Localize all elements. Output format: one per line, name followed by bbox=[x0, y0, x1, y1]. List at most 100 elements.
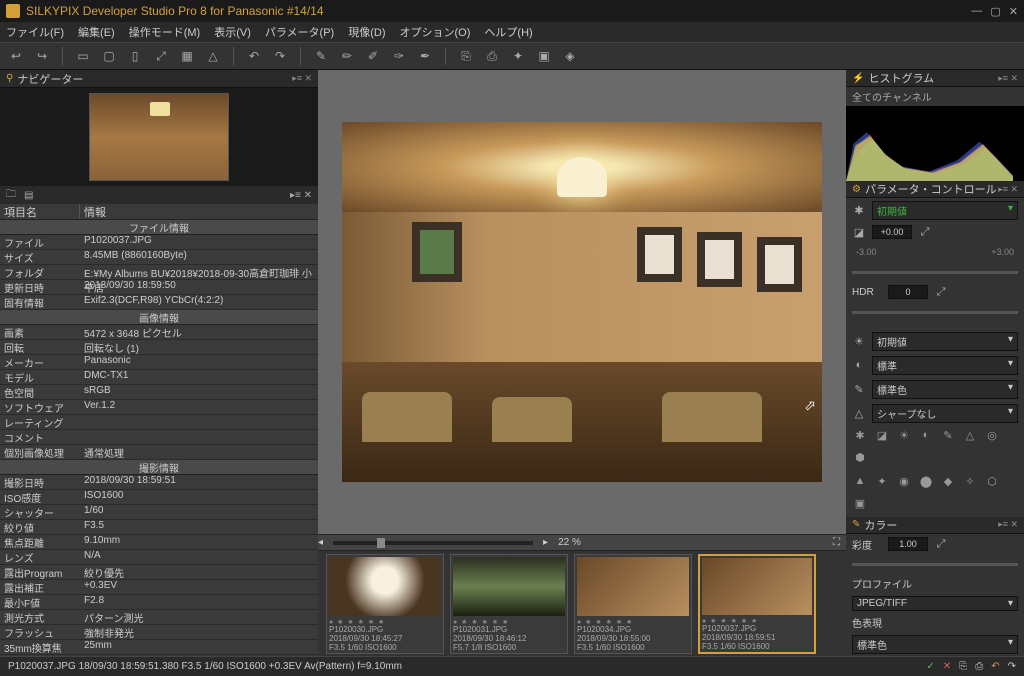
tool-tag-icon[interactable]: ◈ bbox=[560, 46, 580, 66]
tool-layout1-icon[interactable]: ▭ bbox=[73, 46, 93, 66]
tab-folder-icon[interactable]: 🗀 bbox=[6, 187, 16, 204]
zoom-out-icon[interactable]: ◂ bbox=[318, 537, 323, 548]
panel-collapse-icon[interactable]: ▸≡ ✕ bbox=[292, 73, 312, 84]
tool-b-icon[interactable]: ◪ bbox=[874, 429, 890, 445]
tool-d-icon[interactable]: ◐ bbox=[918, 429, 934, 445]
menu-file[interactable]: ファイル(F) bbox=[6, 24, 64, 40]
thumbnail[interactable]: ● ★ ★ ★ ★ ★P1020031.JPG2018/09/30 18:46:… bbox=[450, 554, 568, 654]
tool-wand3-icon[interactable]: ✐ bbox=[363, 46, 383, 66]
tool-crop-icon[interactable]: ▣ bbox=[534, 46, 554, 66]
tool-m-icon[interactable]: ◆ bbox=[940, 475, 956, 491]
tool-wand2-icon[interactable]: ✏ bbox=[337, 46, 357, 66]
preset-select[interactable]: 初期値▾ bbox=[872, 201, 1018, 220]
zoom-slider[interactable] bbox=[333, 541, 533, 545]
tool-g-icon[interactable]: ◎ bbox=[984, 429, 1000, 445]
menu-help[interactable]: ヘルプ(H) bbox=[484, 24, 532, 40]
preview-image[interactable] bbox=[342, 122, 822, 482]
info-row: 絞り値F3.5 bbox=[0, 520, 318, 535]
panel-collapse-icon[interactable]: ▸≡ ✕ bbox=[998, 184, 1018, 195]
tool-l-icon[interactable]: ⬤ bbox=[918, 475, 934, 491]
thumbnail[interactable]: ● ★ ★ ★ ★ ★P1020034.JPG2018/09/30 18:55:… bbox=[574, 554, 692, 654]
saturation-value[interactable]: 1.00 bbox=[888, 537, 928, 551]
tool-c-icon[interactable]: ☀ bbox=[896, 429, 912, 445]
tool-layout3-icon[interactable]: ▯ bbox=[125, 46, 145, 66]
tool-o-icon[interactable]: ⬡ bbox=[984, 475, 1000, 491]
hdr-slider[interactable] bbox=[852, 311, 1018, 314]
ev-value[interactable]: +0.00 bbox=[872, 225, 912, 239]
tool-layout2-icon[interactable]: ▢ bbox=[99, 46, 119, 66]
tool-wand4-icon[interactable]: ✑ bbox=[389, 46, 409, 66]
tool-k-icon[interactable]: ◉ bbox=[896, 475, 912, 491]
tool-warning-icon[interactable]: △ bbox=[203, 46, 223, 66]
tool-icons-row2: ▲ ✦ ◉ ⬤ ◆ ✧ ⬡ ▣ bbox=[846, 471, 1024, 517]
status-redo-icon[interactable]: ↷ bbox=[1008, 661, 1016, 672]
ev-reset-icon[interactable]: ⤢ bbox=[918, 226, 932, 239]
thumbnail[interactable]: ● ★ ★ ★ ★ ★P1020037.JPG2018/09/30 18:59:… bbox=[698, 554, 816, 654]
tool-wand1-icon[interactable]: ✎ bbox=[311, 46, 331, 66]
tool-i-icon[interactable]: ▲ bbox=[852, 475, 868, 491]
tool-icons-row1: ✱ ◪ ☀ ◐ ✎ △ ◎ ⬢ bbox=[846, 425, 1024, 471]
panel-collapse-icon[interactable]: ▸≡ ✕ bbox=[998, 519, 1018, 530]
tool-back-icon[interactable]: ↩ bbox=[6, 46, 26, 66]
panel-collapse-icon[interactable]: ▸≡ ✕ bbox=[998, 73, 1018, 84]
saturation-reset-icon[interactable]: ⤢ bbox=[934, 538, 948, 551]
profile-select[interactable]: JPEG/TIFF▾ bbox=[852, 596, 1018, 611]
status-x-icon[interactable]: ✕ bbox=[943, 661, 951, 672]
status-copy-icon[interactable]: ⎙ bbox=[975, 661, 983, 672]
menu-mode[interactable]: 操作モード(M) bbox=[129, 24, 201, 40]
status-check-icon[interactable]: ✓ bbox=[926, 661, 934, 672]
minimize-button[interactable]: — bbox=[971, 5, 982, 18]
tab-info-icon[interactable]: ▤ bbox=[24, 190, 33, 201]
menu-option[interactable]: オプション(O) bbox=[400, 24, 471, 40]
tool-f-icon[interactable]: △ bbox=[962, 429, 978, 445]
info-row: 撮影日時2018/09/30 18:59:51 bbox=[0, 475, 318, 490]
ev-slider[interactable] bbox=[852, 271, 1018, 274]
zoom-in-icon[interactable]: ▸ bbox=[543, 537, 548, 548]
wb-select[interactable]: 初期値▾ bbox=[872, 332, 1018, 351]
hdr-reset-icon[interactable]: ⤢ bbox=[934, 286, 948, 299]
tool-p-icon[interactable]: ▣ bbox=[852, 497, 868, 513]
tool-redo-icon[interactable]: ↷ bbox=[270, 46, 290, 66]
hdr-value[interactable]: 0 bbox=[888, 285, 928, 299]
info-row: 色空間sRGB bbox=[0, 385, 318, 400]
zoom-fit-icon[interactable]: ⛶ bbox=[833, 537, 840, 548]
navigator-thumbnail[interactable] bbox=[89, 93, 229, 181]
tool-copy-icon[interactable]: ⎘ bbox=[456, 46, 476, 66]
tool-h-icon[interactable]: ⬢ bbox=[852, 451, 868, 467]
tool-a-icon[interactable]: ✱ bbox=[852, 429, 868, 445]
status-clip-icon[interactable]: ⎘ bbox=[959, 661, 967, 672]
status-undo-icon[interactable]: ↶ bbox=[991, 661, 999, 672]
sharp-select[interactable]: シャープなし▾ bbox=[872, 404, 1018, 423]
close-button[interactable]: ✕ bbox=[1009, 5, 1018, 18]
color-panel-title: カラー bbox=[864, 517, 998, 533]
tool-forward-icon[interactable]: ↪ bbox=[32, 46, 52, 66]
tool-j-icon[interactable]: ✦ bbox=[874, 475, 890, 491]
panel-collapse-icon[interactable]: ▸≡ ✕ bbox=[290, 190, 312, 201]
tool-grid-icon[interactable]: ▦ bbox=[177, 46, 197, 66]
menu-develop[interactable]: 現像(D) bbox=[348, 24, 385, 40]
histogram-channel[interactable]: 全てのチャンネル bbox=[846, 87, 1024, 106]
tool-fit-icon[interactable]: ⤢ bbox=[151, 46, 171, 66]
colorrep-select[interactable]: 標準色▾ bbox=[852, 635, 1018, 654]
color-select[interactable]: 標準色▾ bbox=[872, 380, 1018, 399]
preview-area[interactable]: ⬀ bbox=[318, 70, 846, 534]
menu-edit[interactable]: 編集(E) bbox=[78, 24, 115, 40]
maximize-button[interactable]: ▢ bbox=[990, 5, 1000, 18]
tool-undo-icon[interactable]: ↶ bbox=[244, 46, 264, 66]
saturation-slider[interactable] bbox=[852, 563, 1018, 566]
param-icon: ⚙ bbox=[852, 184, 861, 195]
info-table[interactable]: ファイル情報 ファイルP1020037.JPGサイズ8.45MB (886016… bbox=[0, 220, 318, 656]
status-text: P1020037.JPG 18/09/30 18:59:51.380 F3.5 … bbox=[8, 661, 402, 672]
tool-brush-icon[interactable]: ✦ bbox=[508, 46, 528, 66]
tool-wand5-icon[interactable]: ✒ bbox=[415, 46, 435, 66]
menu-view[interactable]: 表示(V) bbox=[214, 24, 251, 40]
tone-select[interactable]: 標準▾ bbox=[872, 356, 1018, 375]
info-row: 測光方式パターン測光 bbox=[0, 610, 318, 625]
tool-e-icon[interactable]: ✎ bbox=[940, 429, 956, 445]
navigator-view[interactable] bbox=[0, 88, 318, 186]
tool-n-icon[interactable]: ✧ bbox=[962, 475, 978, 491]
tool-paste-icon[interactable]: ⎙ bbox=[482, 46, 502, 66]
info-row: 画素5472 x 3648 ピクセル bbox=[0, 325, 318, 340]
thumbnail[interactable]: ● ★ ★ ★ ★ ★P1020030.JPG2018/09/30 18:45:… bbox=[326, 554, 444, 654]
menu-parameter[interactable]: パラメータ(P) bbox=[265, 24, 334, 40]
